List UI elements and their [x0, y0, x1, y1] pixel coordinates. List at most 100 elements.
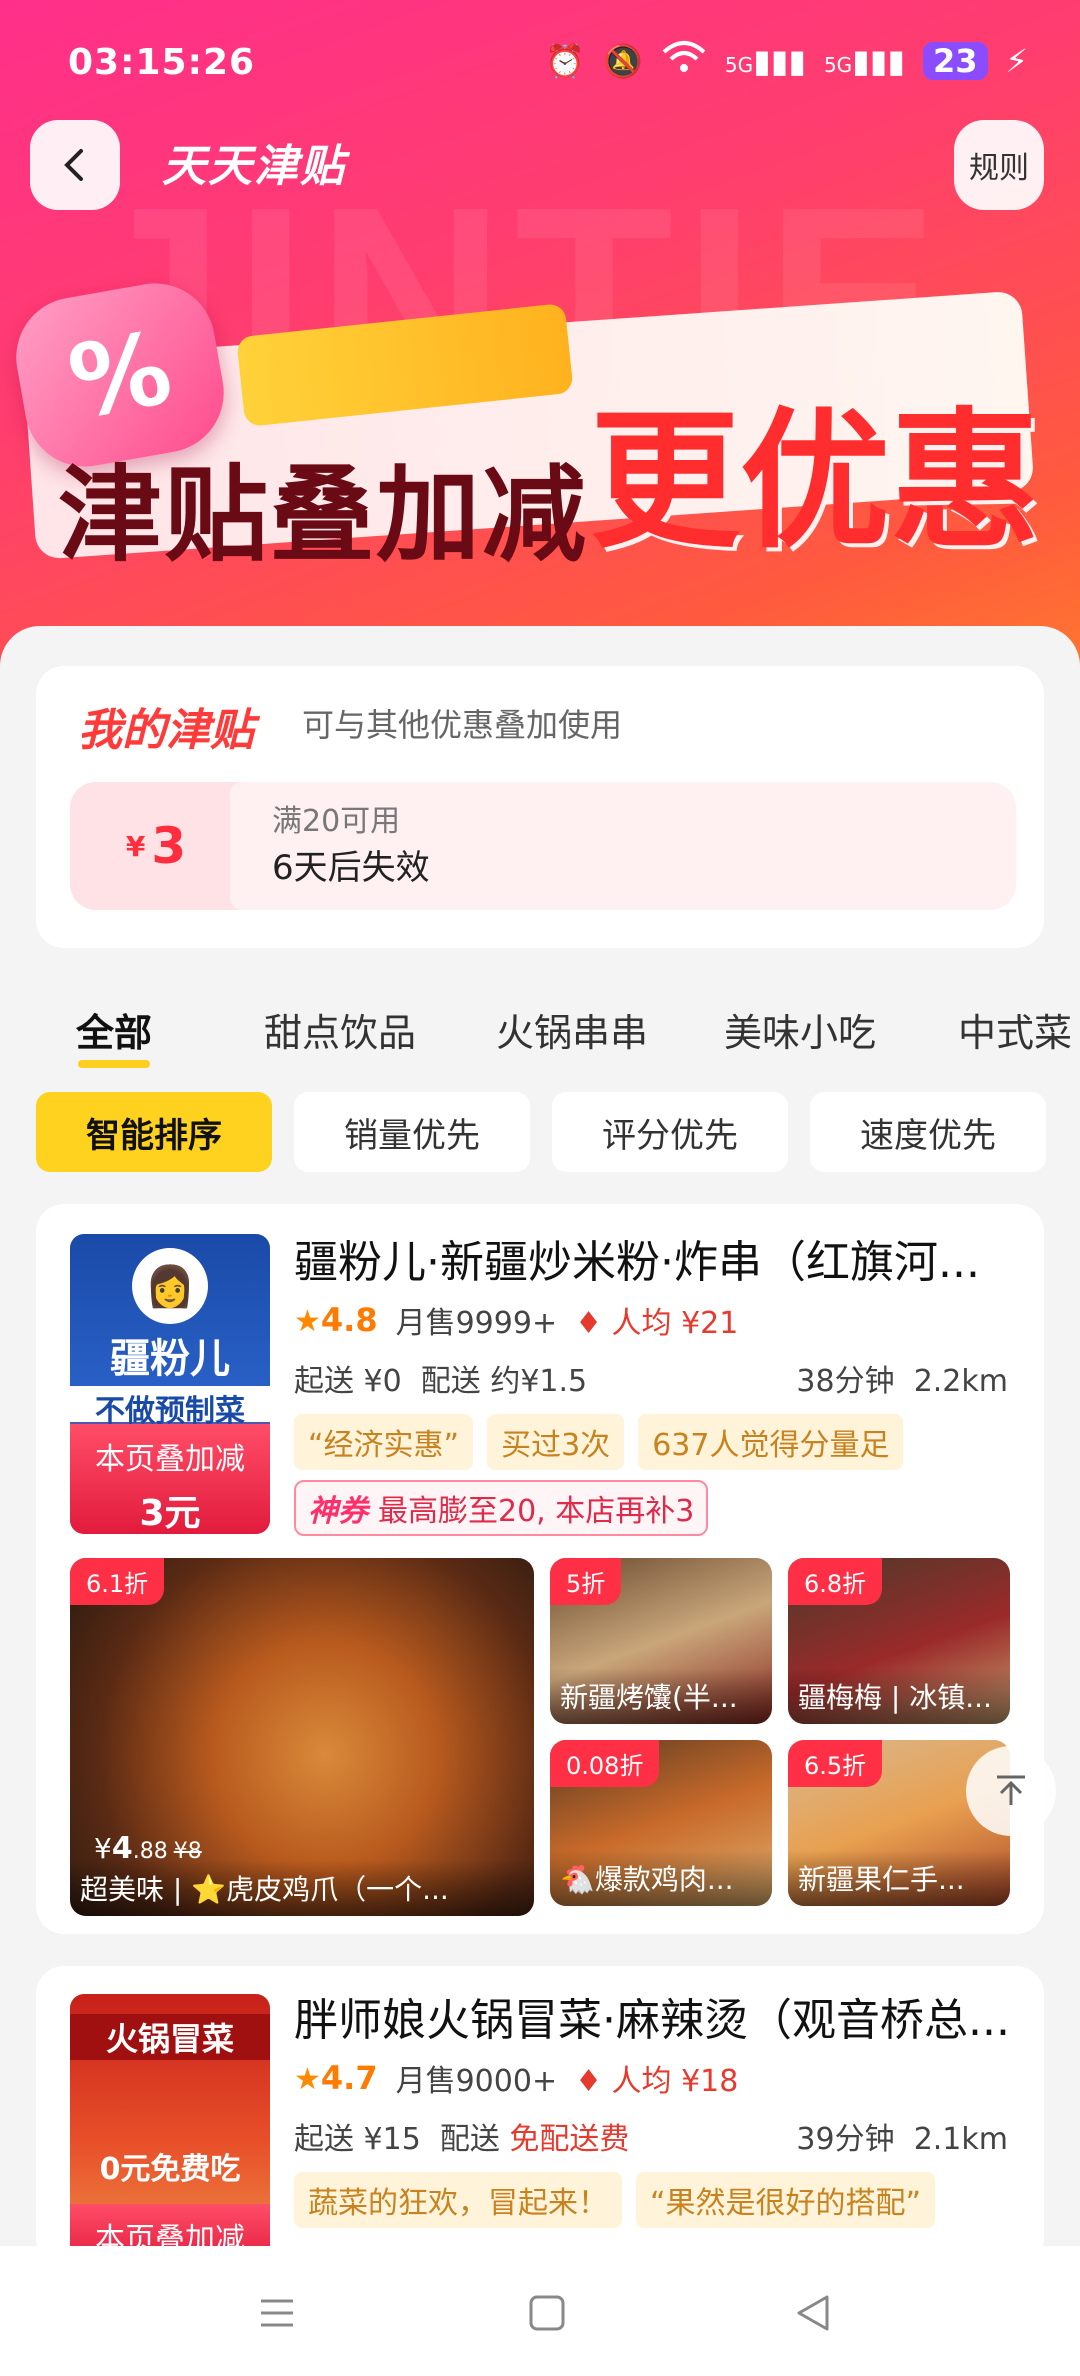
store-tag: “经济实惠”	[294, 1414, 474, 1470]
home-icon[interactable]	[522, 2288, 572, 2338]
distance: 2.1km	[913, 2122, 1008, 2157]
coupon-condition: 满20可用	[272, 804, 401, 839]
min-order: 起送 ¥0	[294, 1364, 402, 1399]
tab-all[interactable]: 全部	[76, 1002, 152, 1057]
coupon-notch	[230, 782, 254, 910]
store-rating: 4.8	[320, 1301, 378, 1339]
avg-price: 人均 ¥18	[611, 2064, 739, 2099]
tab-desserts[interactable]: 甜点饮品	[264, 1002, 416, 1057]
store-rating: 4.7	[320, 2059, 378, 2097]
food-item[interactable]: 0.08折 🐔爆款鸡肉...	[550, 1740, 772, 1906]
sort-smart[interactable]: 智能排序	[36, 1092, 272, 1172]
chevron-left-icon	[64, 149, 83, 181]
store-tag: 637人觉得分量足	[638, 1414, 904, 1470]
wifi-icon	[661, 40, 707, 82]
tab-chinese[interactable]: 中式菜	[958, 1002, 1072, 1057]
sort-sales[interactable]: 销量优先	[294, 1092, 530, 1172]
delivery-fee: 免配送费	[509, 2122, 630, 2157]
delivery-fee: 约¥1.5	[490, 1364, 588, 1399]
store-card[interactable]: 👩 疆粉儿 不做预制菜 本页叠加减 3元 疆粉儿·新疆炒米粉·炸串（红旗河...…	[36, 1204, 1044, 1934]
delivery-label: 配送	[439, 2122, 500, 2157]
discount-badge: 6.1折	[70, 1558, 165, 1605]
store-tag: 买过3次	[487, 1414, 625, 1470]
discount-badge: 5折	[550, 1558, 622, 1605]
logo-text: 疆粉儿	[110, 1336, 230, 1382]
logo-slogan: 不做预制菜	[70, 1386, 270, 1429]
chef-icon: 👩	[132, 1248, 208, 1324]
page-title: 天天津贴	[162, 141, 346, 192]
coupon-amount: ¥3	[70, 782, 242, 910]
monthly-sales: 月售9999+	[395, 1306, 558, 1341]
food-name: 超美味 | ⭐虎皮鸡爪（一个...	[70, 1860, 534, 1916]
food-item[interactable]: 6.8折 疆梅梅 | 冰镇...	[788, 1558, 1010, 1724]
discount-badge: 0.08折	[550, 1740, 660, 1787]
caption-amount: 3元	[139, 1493, 201, 1534]
store-name: 疆粉儿·新疆炒米粉·炸串（红旗河...	[294, 1237, 980, 1288]
diamond-icon: ♦	[575, 1306, 602, 1341]
delivery-time: 39分钟	[796, 2122, 895, 2157]
coupon-expiry: 6天后失效	[272, 848, 430, 888]
star-icon: ★	[294, 2062, 321, 2097]
delivery-label: 配送	[420, 1364, 481, 1399]
tab-snacks[interactable]: 美味小吃	[724, 1002, 876, 1057]
signal-icon: 5G▮▮▮	[724, 42, 806, 80]
store-name: 胖师娘火锅冒菜·麻辣烫（观音桥总...	[294, 1995, 1010, 2046]
logo-slogan: 0元免费吃	[99, 2152, 241, 2187]
food-item[interactable]: 5折 新疆烤馕(半...	[550, 1558, 772, 1724]
delivery-info: 起送 ¥0 配送 约¥1.5 38分钟 2.2km	[294, 1356, 1008, 1400]
tab-indicator	[78, 1060, 150, 1068]
food-item[interactable]: 6.1折 ¥4.88 ¥8 超美味 | ⭐虎皮鸡爪（一个...	[70, 1558, 534, 1916]
back-triangle-icon[interactable]	[788, 2288, 838, 2338]
store-tags: “经济实惠” 买过3次 637人觉得分量足	[294, 1414, 904, 1470]
avg-price: 人均 ¥21	[611, 1306, 739, 1341]
min-order: 起送 ¥15	[294, 2122, 421, 2157]
diamond-icon: ♦	[575, 2064, 602, 2099]
scroll-top-button[interactable]	[966, 1746, 1056, 1836]
category-tabs: 全部 甜点饮品 火锅串串 美味小吃 中式菜	[0, 990, 1080, 1070]
menu-icon[interactable]	[252, 2288, 302, 2338]
food-name: 新疆果仁手...	[788, 1850, 1010, 1906]
subsidy-coupon[interactable]: ¥3 满20可用 6天后失效	[70, 782, 1016, 910]
store-meta: ★4.7 月售9000+ ♦ 人均 ¥18	[294, 2056, 738, 2100]
store-tags: 蔬菜的狂欢，冒起来！ “果然是很好的搭配”	[294, 2172, 936, 2228]
coupon-text: 最高膨至20, 本店再补3	[378, 1494, 695, 1529]
store-logo: 火锅冒菜 0元免费吃 本页叠加减	[70, 1994, 270, 2266]
logo-text: 火锅冒菜	[70, 2014, 270, 2060]
store-logo-caption: 本页叠加减 3元	[70, 1424, 270, 1534]
mute-icon: 🔕	[603, 42, 643, 80]
star-icon: ★	[294, 1304, 321, 1339]
battery-icon: 23	[923, 42, 988, 80]
arrow-up-icon	[997, 1775, 1025, 1805]
sort-speed[interactable]: 速度优先	[810, 1092, 1046, 1172]
status-icons: ⏰ 🔕 5G▮▮▮ 5G▮▮▮ 23 ⚡	[545, 40, 1028, 82]
store-card[interactable]: 火锅冒菜 0元免费吃 本页叠加减 胖师娘火锅冒菜·麻辣烫（观音桥总... ★4.…	[36, 1966, 1044, 2266]
discount-badge: 6.8折	[788, 1558, 883, 1605]
my-subsidy-title: 我的津贴	[78, 705, 254, 756]
status-time: 03:15:26	[68, 42, 256, 83]
coupon-prefix: 神券	[308, 1494, 368, 1529]
monthly-sales: 月售9000+	[395, 2064, 558, 2099]
shenquan-coupon-tag: 神券 最高膨至20, 本店再补3	[294, 1480, 709, 1536]
signal-icon: 5G▮▮▮	[823, 42, 905, 80]
delivery-time: 38分钟	[796, 1364, 895, 1399]
store-logo: 👩 疆粉儿 不做预制菜 本页叠加减 3元	[70, 1234, 270, 1534]
delivery-info: 起送 ¥15 配送 免配送费 39分钟 2.1km	[294, 2114, 1008, 2158]
food-name: 疆梅梅 | 冰镇...	[788, 1668, 1010, 1724]
tab-hotpot[interactable]: 火锅串串	[496, 1002, 648, 1057]
banner-headline: 津贴叠加减	[58, 454, 589, 576]
distance: 2.2km	[913, 1364, 1008, 1399]
caption-label: 本页叠加减	[95, 1442, 245, 1477]
food-name: 新疆烤馕(半...	[550, 1668, 772, 1724]
system-nav-bar	[0, 2246, 1080, 2376]
food-name: 🐔爆款鸡肉...	[550, 1850, 772, 1906]
store-tag: “果然是很好的搭配”	[636, 2172, 936, 2228]
sort-rating[interactable]: 评分优先	[552, 1092, 788, 1172]
back-button[interactable]	[30, 120, 120, 210]
status-bar: 03:15:26 ⏰ 🔕 5G▮▮▮ 5G▮▮▮ 23 ⚡	[0, 0, 1080, 120]
rules-button[interactable]: 规则	[954, 120, 1044, 210]
banner-highlight: 更优惠	[590, 395, 1041, 569]
my-subsidy-subtitle: 可与其他优惠叠加使用	[302, 706, 623, 744]
alarm-icon: ⏰	[545, 42, 586, 80]
store-meta: ★4.8 月售9999+ ♦ 人均 ¥21	[294, 1298, 738, 1342]
charging-icon: ⚡	[1005, 42, 1028, 80]
